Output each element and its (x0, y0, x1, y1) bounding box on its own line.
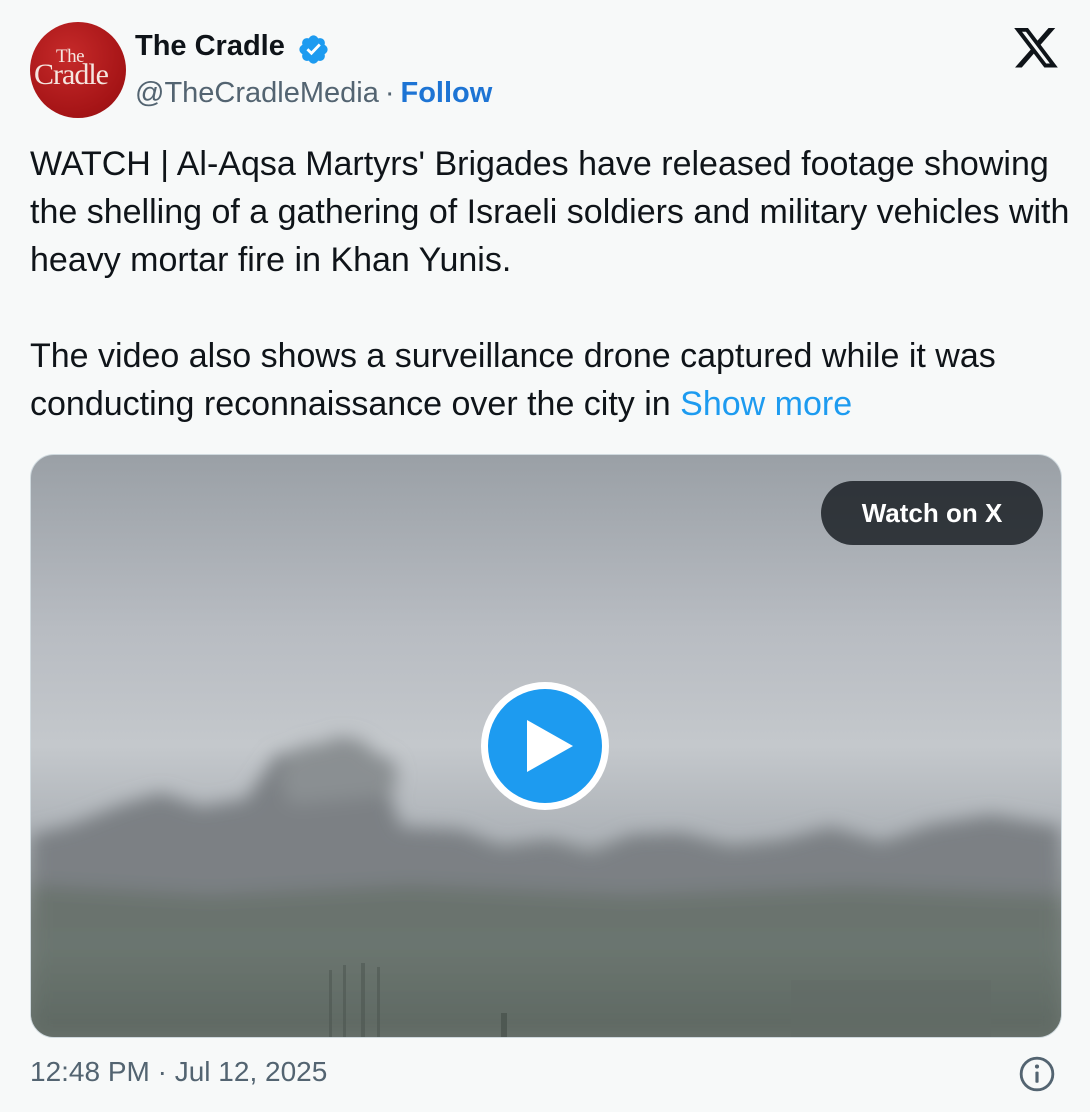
avatar-logo-main: Cradle (34, 58, 109, 91)
handle-separator: · (384, 77, 395, 109)
tweet-text: WATCH | Al-Aqsa Martyrs' Brigades have r… (30, 140, 1070, 428)
info-icon[interactable] (1018, 1055, 1056, 1093)
tweet-paragraph-2: The video also shows a surveillance dron… (30, 332, 1070, 428)
tweet-paragraph-1: WATCH | Al-Aqsa Martyrs' Brigades have r… (30, 145, 1070, 279)
tweet-timestamp[interactable]: 12:48 PM · Jul 12, 2025 (30, 1056, 327, 1088)
play-icon[interactable] (478, 679, 612, 813)
video-media[interactable]: Watch on X (30, 454, 1062, 1038)
verified-badge-icon (299, 35, 328, 64)
watch-on-x-button[interactable]: Watch on X (821, 481, 1043, 545)
author-handle[interactable]: @TheCradleMedia (135, 77, 379, 109)
author-avatar[interactable]: The Cradle (30, 22, 126, 118)
embedded-tweet-card: The Cradle The Cradle @TheCradleMedia · Fo… (0, 0, 1090, 1112)
author-name[interactable]: The Cradle (135, 30, 285, 63)
author-handle-row: @TheCradleMedia · Follow (135, 77, 492, 110)
x-logo-icon[interactable] (1014, 28, 1058, 68)
follow-button[interactable]: Follow (401, 77, 493, 109)
show-more-link[interactable]: Show more (680, 385, 852, 423)
